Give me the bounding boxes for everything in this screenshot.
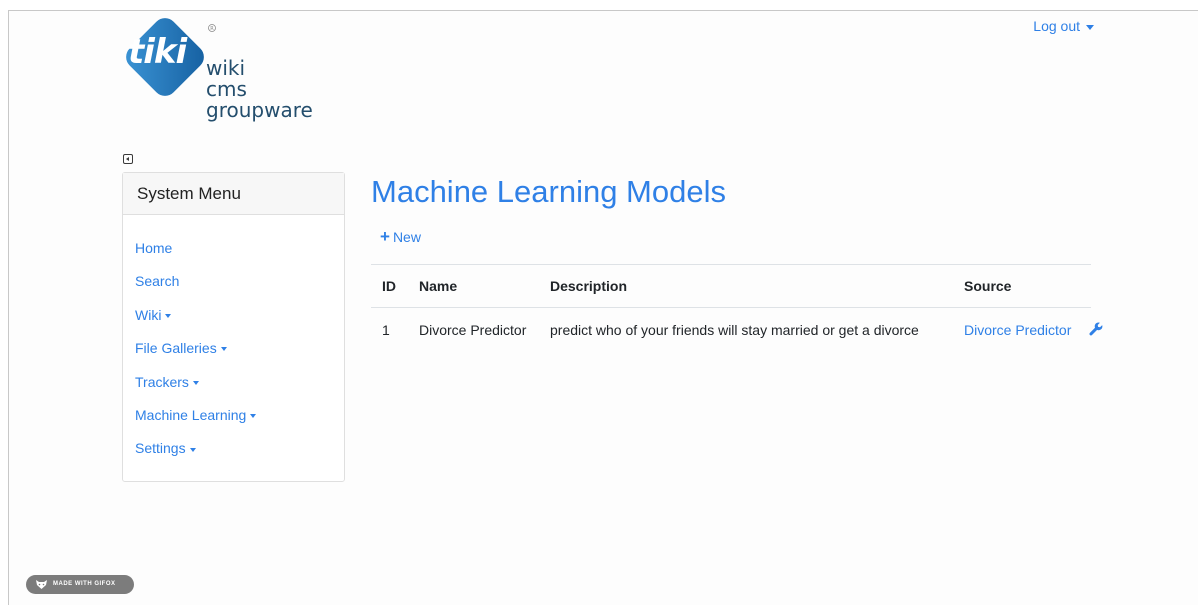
sidebar-item-settings[interactable]: Settings	[135, 440, 344, 473]
page-title: Machine Learning Models	[371, 174, 726, 209]
collapse-sidebar-icon[interactable]	[123, 154, 133, 164]
caret-down-icon	[189, 447, 196, 452]
column-header-name: Name	[418, 264, 549, 308]
logo-line-cms: cms	[206, 77, 247, 101]
gifox-icon	[36, 580, 47, 589]
logo-tagline: wiki cms groupware	[206, 58, 313, 121]
logo-wordmark: tiki	[128, 32, 187, 72]
plus-icon: +	[380, 227, 390, 246]
sidebar-item-trackers[interactable]: Trackers	[135, 374, 344, 407]
cell-name: Divorce Predictor	[419, 322, 527, 338]
logout-label: Log out	[1033, 18, 1080, 34]
table-row: 1 Divorce Predictor predict who of your …	[371, 308, 1103, 342]
sidebar-item-label: Settings	[135, 440, 186, 457]
logo-line-wiki: wiki	[206, 56, 246, 80]
models-table: ID Name Description Source 1 Divorce Pre…	[371, 264, 1103, 342]
sidebar-item-wiki[interactable]: Wiki	[135, 307, 344, 340]
column-header-description: Description	[549, 264, 963, 308]
cell-source: Divorce Predictor	[963, 308, 1103, 342]
made-with-gifox-badge: MADE WITH GIFOX	[26, 575, 134, 594]
sidebar-item-label: File Galleries	[135, 340, 217, 357]
gifox-label: MADE WITH GIFOX	[53, 581, 116, 587]
sidebar-item-search[interactable]: Search	[135, 273, 344, 306]
cell-description: predict who of your friends will stay ma…	[550, 322, 919, 338]
sidebar-item-label: Search	[135, 273, 180, 290]
sidebar-item-file-galleries[interactable]: File Galleries	[135, 340, 344, 373]
sidebar-item-label: Machine Learning	[135, 406, 247, 423]
column-header-id: ID	[371, 264, 418, 308]
caret-down-icon	[1086, 24, 1094, 30]
caret-down-icon	[165, 314, 172, 319]
logout-menu[interactable]: Log out	[1033, 18, 1094, 34]
sidebar-item-home[interactable]: Home	[135, 240, 344, 273]
table-header-row: ID Name Description Source	[371, 264, 1091, 308]
sidebar-item-label: Home	[135, 240, 173, 256]
new-label: New	[392, 229, 421, 245]
column-header-source: Source	[963, 264, 1091, 308]
sidebar-item-label: Wiki	[135, 306, 162, 323]
logo-line-groupware: groupware	[206, 98, 313, 122]
caret-down-icon	[220, 347, 227, 352]
cell-id: 1	[382, 322, 390, 338]
sidebar-item-machine-learning[interactable]: Machine Learning	[135, 407, 344, 440]
wrench-icon[interactable]	[1089, 321, 1103, 336]
new-model-button[interactable]: + New	[380, 227, 421, 247]
source-link[interactable]: Divorce Predictor	[964, 322, 1071, 338]
caret-down-icon	[250, 414, 257, 419]
system-menu: System Menu Home Search Wiki File Galler…	[122, 172, 345, 482]
caret-down-icon	[192, 380, 199, 385]
sidebar-item-label: Trackers	[135, 373, 189, 390]
system-menu-list: Home Search Wiki File Galleries Trackers…	[123, 215, 344, 474]
main-content: Machine Learning Models + New ID Name Des…	[371, 172, 1103, 338]
svg-text:R: R	[210, 26, 214, 32]
system-menu-title: System Menu	[123, 173, 344, 215]
